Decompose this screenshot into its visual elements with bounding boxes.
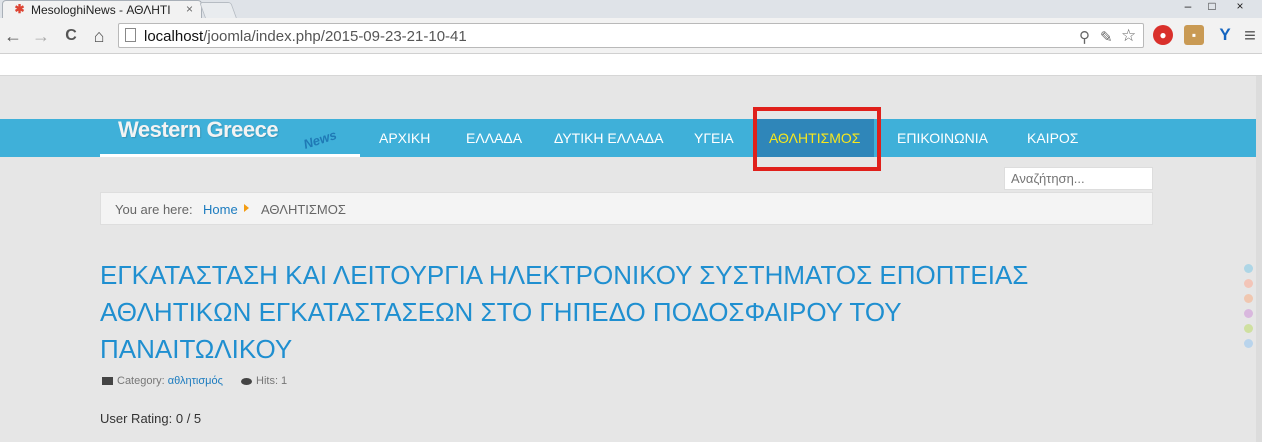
color-swatch-salmon[interactable]	[1244, 279, 1253, 288]
bookmarks-bar	[0, 54, 1262, 76]
color-swatch-lightblue[interactable]	[1244, 339, 1253, 348]
annotation-highlight-box	[753, 107, 881, 171]
color-switcher	[1244, 264, 1253, 354]
menu-item-health[interactable]: ΥΓΕΙΑ	[694, 119, 734, 157]
reload-icon[interactable]: C	[60, 25, 82, 47]
article-hits: Hits: 1	[241, 375, 287, 387]
eye-icon	[241, 377, 252, 385]
breadcrumb-arrow-icon	[244, 204, 249, 212]
menu-item-contact[interactable]: ΕΠΙΚΟΙΝΩΝΙΑ	[897, 119, 988, 157]
browser-tab[interactable]: ✱ MesologhiNews - ΑΘΛΗΤΙ ×	[2, 0, 202, 18]
close-window-icon[interactable]: ×	[1228, 0, 1252, 12]
color-swatch-green[interactable]	[1244, 324, 1253, 333]
star-icon[interactable]: ☆	[1121, 26, 1136, 46]
search-input[interactable]	[1004, 167, 1153, 190]
back-icon[interactable]: ←	[2, 25, 24, 47]
maximize-icon[interactable]: □	[1200, 0, 1224, 12]
menu-item-home[interactable]: ΑΡΧΙΚΗ	[379, 119, 430, 157]
lightbulb-icon[interactable]: ✎	[1100, 28, 1113, 46]
tab-title: MesologhiNews - ΑΘΛΗΤΙ	[31, 2, 171, 17]
logo-sub-text: News	[301, 127, 339, 152]
hits-text: Hits: 1	[256, 375, 288, 387]
minimize-icon[interactable]: –	[1176, 0, 1200, 12]
new-tab-button[interactable]	[199, 2, 237, 18]
tab-strip: ✱ MesologhiNews - ΑΘΛΗΤΙ × – □ ×	[0, 0, 1262, 18]
menu-item-western-greece[interactable]: ΔΥΤΙΚΗ ΕΛΛΑΔΑ	[554, 119, 664, 157]
menu-item-greece[interactable]: ΕΛΛΑΔΑ	[466, 119, 522, 157]
close-tab-icon[interactable]: ×	[186, 2, 193, 16]
logo-main-text: Western Greece	[118, 117, 279, 142]
article-title[interactable]: ΕΓΚΑΤΑΣΤΑΣΗ ΚΑΙ ΛΕΙΤΟΥΡΓΙΑ ΗΛΕΚΤΡΟΝΙΚΟΥ …	[100, 257, 1100, 368]
search-icon[interactable]: ⚲	[1079, 28, 1090, 46]
color-swatch-blue[interactable]	[1244, 264, 1253, 273]
article-category: Category: αθλητισμός	[102, 375, 223, 387]
breadcrumb: You are here: Home ΑΘΛΗΤΙΣΜΟΣ	[100, 192, 1153, 225]
color-swatch-purple[interactable]	[1244, 309, 1253, 318]
page-icon	[125, 28, 136, 42]
joomla-icon: ✱	[14, 2, 25, 16]
folder-icon	[102, 377, 113, 385]
breadcrumb-home-link[interactable]: Home	[203, 202, 238, 217]
menu-icon[interactable]: ≡	[1239, 25, 1261, 47]
url-text[interactable]: localhost/joomla/index.php/2015-09-23-21…	[144, 28, 467, 45]
home-icon[interactable]: ⌂	[88, 25, 110, 47]
forward-icon[interactable]: →	[30, 25, 52, 47]
site-logo[interactable]: Western Greece News	[100, 117, 360, 157]
y-extension-icon[interactable]: Y	[1215, 25, 1235, 45]
address-bar[interactable]: localhost/joomla/index.php/2015-09-23-21…	[118, 23, 1144, 48]
color-swatch-peach[interactable]	[1244, 294, 1253, 303]
page-scrollbar[interactable]	[1256, 76, 1262, 442]
breadcrumb-label: You are here:	[115, 202, 193, 217]
breadcrumb-current: ΑΘΛΗΤΙΣΜΟΣ	[261, 202, 346, 217]
browser-toolbar: ← → C ⌂ localhost/joomla/index.php/2015-…	[0, 18, 1262, 54]
user-rating: User Rating: 0 / 5	[100, 411, 202, 426]
category-link[interactable]: αθλητισμός	[168, 375, 223, 387]
stop-extension-icon[interactable]: ●	[1153, 25, 1173, 45]
pocket-extension-icon[interactable]: ▪	[1184, 25, 1204, 45]
category-label: Category:	[117, 375, 165, 387]
menu-item-weather[interactable]: ΚΑΙΡΟΣ	[1027, 119, 1078, 157]
